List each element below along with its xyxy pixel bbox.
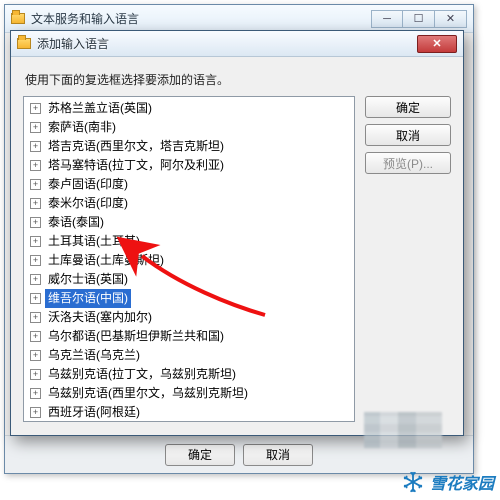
tree-item[interactable]: + 塔吉克语(西里尔文，塔吉克斯坦) <box>28 137 352 156</box>
dialog-instruction: 使用下面的复选框选择要添加的语言。 <box>25 71 451 88</box>
expand-icon[interactable]: + <box>30 350 41 361</box>
tree-item[interactable]: + 土库曼语(土库曼斯坦) <box>28 251 352 270</box>
expand-icon[interactable]: + <box>30 331 41 342</box>
parent-titlebar: 文本服务和输入语言 ─ ☐ ✕ <box>5 5 473 33</box>
folder-icon <box>17 38 31 49</box>
add-input-language-dialog: 添加输入语言 ✕ 使用下面的复选框选择要添加的语言。 + 苏格兰盖立语(英国) + 索… <box>10 30 464 436</box>
expand-icon[interactable]: + <box>30 255 41 266</box>
expand-icon[interactable]: + <box>30 236 41 247</box>
expand-icon[interactable]: + <box>30 407 41 418</box>
expand-icon[interactable]: + <box>30 160 41 171</box>
dialog-body: 使用下面的复选框选择要添加的语言。 + 苏格兰盖立语(英国) + 索萨语(南非) + 塔吉… <box>11 57 463 435</box>
tree-item[interactable]: + 乌兹别克语(拉丁文，乌兹别克斯坦) <box>28 365 352 384</box>
watermark: 雪花家园 <box>402 470 494 494</box>
expand-icon[interactable]: + <box>30 141 41 152</box>
tree-item[interactable]: + 泰米尔语(印度) <box>28 194 352 213</box>
expand-icon[interactable]: + <box>30 198 41 209</box>
language-list: + 苏格兰盖立语(英国) + 索萨语(南非) + 塔吉克语(西里尔文，塔吉克斯坦) + 塔马塞… <box>24 97 354 422</box>
dialog-close-button[interactable]: ✕ <box>417 35 457 53</box>
tree-item[interactable]: + 塔马塞特语(拉丁文，阿尔及利亚) <box>28 156 352 175</box>
expand-icon[interactable]: + <box>30 369 41 380</box>
tree-item[interactable]: + 土耳其语(土耳其) <box>28 232 352 251</box>
tree-item-label[interactable]: 塔马塞特语(拉丁文，阿尔及利亚) <box>45 156 227 175</box>
expand-icon[interactable]: + <box>30 274 41 285</box>
expand-icon[interactable]: + <box>30 293 41 304</box>
tree-item[interactable]: + 泰卢固语(印度) <box>28 175 352 194</box>
tree-item[interactable]: + 维吾尔语(中国) <box>28 289 352 308</box>
expand-icon[interactable]: + <box>30 388 41 399</box>
expand-icon[interactable]: + <box>30 103 41 114</box>
tree-item-label[interactable]: 乌尔都语(巴基斯坦伊斯兰共和国) <box>45 327 227 346</box>
parent-ok-button[interactable]: 确定 <box>165 444 235 466</box>
tree-item-label[interactable]: 苏格兰盖立语(英国) <box>45 99 155 118</box>
tree-item-label[interactable]: 土库曼语(土库曼斯坦) <box>45 251 167 270</box>
snowflake-icon <box>402 471 424 493</box>
dialog-content: + 苏格兰盖立语(英国) + 索萨语(南非) + 塔吉克语(西里尔文，塔吉克斯坦) + 塔马塞… <box>23 96 451 422</box>
tree-item[interactable]: + 沃洛夫语(塞内加尔) <box>28 308 352 327</box>
tree-item[interactable]: + 苏格兰盖立语(英国) <box>28 99 352 118</box>
watermark-text: 雪花家园 <box>430 470 494 494</box>
tree-item-label[interactable]: 泰米尔语(印度) <box>45 194 131 213</box>
parent-cancel-button[interactable]: 取消 <box>243 444 313 466</box>
tree-item[interactable]: + 西班牙语(阿根廷) <box>28 403 352 422</box>
redaction-block <box>364 412 442 448</box>
dialog-ok-button[interactable]: 确定 <box>365 96 451 118</box>
expand-icon[interactable]: + <box>30 217 41 228</box>
expand-icon[interactable]: + <box>30 312 41 323</box>
tree-item[interactable]: + 乌兹别克语(西里尔文，乌兹别克斯坦) <box>28 384 352 403</box>
folder-icon <box>11 13 25 24</box>
window-buttons: ─ ☐ ✕ <box>371 10 467 28</box>
tree-item-label[interactable]: 泰语(泰国) <box>45 213 107 232</box>
tree-item[interactable]: + 泰语(泰国) <box>28 213 352 232</box>
tree-item[interactable]: + 乌尔都语(巴基斯坦伊斯兰共和国) <box>28 327 352 346</box>
tree-item[interactable]: + 索萨语(南非) <box>28 118 352 137</box>
tree-item-label[interactable]: 西班牙语(阿根廷) <box>45 403 143 422</box>
tree-item-label[interactable]: 土耳其语(土耳其) <box>45 232 143 251</box>
tree-item-label[interactable]: 威尔士语(英国) <box>45 270 131 289</box>
tree-item-label[interactable]: 乌兹别克语(西里尔文，乌兹别克斯坦) <box>45 384 251 403</box>
maximize-button[interactable]: ☐ <box>403 10 435 28</box>
parent-window-title: 文本服务和输入语言 <box>31 10 139 27</box>
dialog-titlebar: 添加输入语言 ✕ <box>11 31 463 57</box>
expand-icon[interactable]: + <box>30 179 41 190</box>
dialog-title: 添加输入语言 <box>37 35 109 52</box>
dialog-side-buttons: 确定 取消 预览(P)... <box>365 96 451 422</box>
tree-item-label[interactable]: 沃洛夫语(塞内加尔) <box>45 308 155 327</box>
tree-item-label[interactable]: 塔吉克语(西里尔文，塔吉克斯坦) <box>45 137 227 156</box>
parent-close-button[interactable]: ✕ <box>435 10 467 28</box>
tree-item-label[interactable]: 乌兹别克语(拉丁文，乌兹别克斯坦) <box>45 365 239 384</box>
tree-item-label[interactable]: 乌克兰语(乌克兰) <box>45 346 143 365</box>
language-tree[interactable]: + 苏格兰盖立语(英国) + 索萨语(南非) + 塔吉克语(西里尔文，塔吉克斯坦) + 塔马塞… <box>23 96 355 422</box>
tree-item[interactable]: + 乌克兰语(乌克兰) <box>28 346 352 365</box>
tree-item[interactable]: + 威尔士语(英国) <box>28 270 352 289</box>
tree-item-label[interactable]: 索萨语(南非) <box>45 118 119 137</box>
expand-icon[interactable]: + <box>30 122 41 133</box>
tree-item-label[interactable]: 维吾尔语(中国) <box>45 289 131 308</box>
dialog-preview-button[interactable]: 预览(P)... <box>365 152 451 174</box>
minimize-button[interactable]: ─ <box>371 10 403 28</box>
tree-item-label[interactable]: 泰卢固语(印度) <box>45 175 131 194</box>
dialog-cancel-button[interactable]: 取消 <box>365 124 451 146</box>
